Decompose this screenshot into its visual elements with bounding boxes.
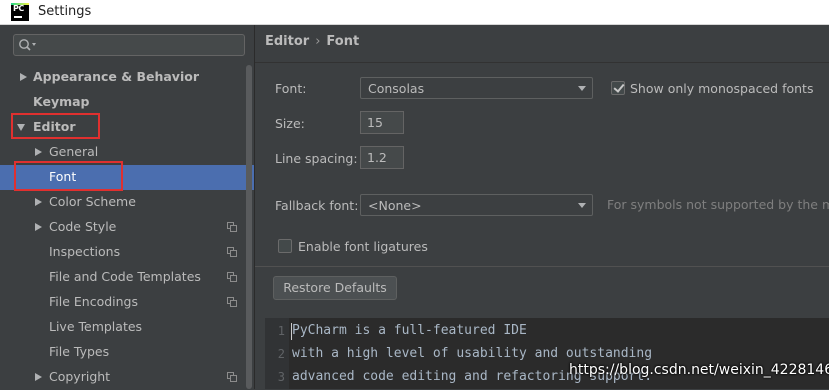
- search-input[interactable]: [42, 36, 242, 56]
- ligatures-label: Enable font ligatures: [298, 239, 428, 254]
- watermark: https://blog.csdn.net/weixin_42281465: [569, 362, 829, 378]
- show-monospaced-checkbox[interactable]: [611, 81, 625, 95]
- tree-item-label: Copyright: [49, 369, 111, 384]
- tree-item-label: Keymap: [33, 94, 90, 109]
- expand-arrow-icon[interactable]: [35, 148, 42, 156]
- search-icon: [19, 39, 36, 51]
- size-label: Size:: [275, 116, 305, 131]
- project-copy-icon: [227, 222, 237, 232]
- project-copy-icon: [227, 297, 237, 307]
- sidebar-scrollbar[interactable]: [246, 65, 252, 389]
- line-number: 3: [277, 370, 285, 384]
- tree-item-file-code-templates[interactable]: File and Code Templates: [0, 265, 244, 290]
- project-copy-icon: [227, 372, 237, 382]
- font-dropdown-value: Consolas: [368, 81, 425, 96]
- breadcrumb: Editor › Font: [265, 34, 359, 49]
- tree-item-copyright[interactable]: Copyright: [0, 365, 244, 390]
- tree-item-file-types[interactable]: File Types: [0, 340, 244, 365]
- fallback-font-dropdown[interactable]: <None>: [360, 194, 593, 216]
- tree-item-file-encodings[interactable]: File Encodings: [0, 290, 244, 315]
- size-value: 15: [367, 115, 383, 130]
- line-spacing-field[interactable]: 1.2: [360, 146, 404, 169]
- tree-item-inspections[interactable]: Inspections: [0, 240, 244, 265]
- expand-arrow-icon[interactable]: [35, 223, 42, 231]
- chevron-down-icon: [578, 86, 586, 91]
- tree-item-label: Font: [49, 169, 77, 184]
- line-number: 1: [277, 324, 285, 338]
- tree-item-appearance-behavior[interactable]: Appearance & Behavior: [0, 65, 244, 90]
- tree-item-live-templates[interactable]: Live Templates: [0, 315, 244, 340]
- show-monospaced-label: Show only monospaced fonts: [630, 81, 814, 96]
- checkmark-icon: [613, 81, 625, 93]
- size-field[interactable]: 15: [360, 111, 404, 134]
- chevron-down-icon: [578, 203, 586, 208]
- tree-item-label: Editor: [33, 119, 76, 134]
- fallback-font-hint: For symbols not supported by the m: [607, 197, 829, 212]
- tree-item-label: Code Style: [49, 219, 117, 234]
- app-logo-text: PC: [13, 4, 24, 13]
- tree-item-color-scheme[interactable]: Color Scheme: [0, 190, 244, 215]
- restore-defaults-button[interactable]: Restore Defaults: [273, 276, 397, 300]
- expand-arrow-icon[interactable]: [35, 373, 42, 381]
- expand-arrow-icon[interactable]: [20, 73, 27, 81]
- tree-item-label: File Types: [49, 344, 110, 359]
- preview-line: with a high level of usability and outst…: [292, 346, 653, 361]
- tree-item-label: Color Scheme: [49, 194, 136, 209]
- line-spacing-label: Line spacing:: [275, 151, 358, 166]
- fallback-font-label: Fallback font:: [275, 198, 359, 213]
- line-number-gutter: 1 2 3: [265, 318, 289, 389]
- breadcrumb-separator: ›: [315, 34, 321, 49]
- breadcrumb-current: Font: [326, 34, 360, 49]
- ligatures-checkbox[interactable]: [278, 239, 292, 253]
- search-box[interactable]: [13, 34, 245, 56]
- tree-item-label: Live Templates: [49, 319, 143, 334]
- tree-item-code-style[interactable]: Code Style: [0, 215, 244, 240]
- font-label: Font:: [275, 81, 307, 96]
- tree-item-label: Appearance & Behavior: [33, 69, 199, 84]
- font-preview-editor[interactable]: 1 2 3 PyCharm is a full-featured IDE wit…: [265, 318, 829, 389]
- tree-item-general[interactable]: General: [0, 140, 244, 165]
- tree-item-label: File Encodings: [49, 294, 139, 309]
- pycharm-logo-icon: PC: [11, 3, 29, 21]
- project-copy-icon: [227, 272, 237, 282]
- tree-item-label: General: [49, 144, 99, 159]
- title-bar: PC Settings: [0, 0, 829, 25]
- font-dropdown[interactable]: Consolas: [360, 77, 593, 99]
- settings-sidebar: Appearance & Behavior Keymap Editor Gene…: [0, 25, 255, 389]
- font-settings-panel: Editor › Font Font: Consolas Show only mon…: [255, 25, 829, 389]
- collapse-arrow-icon[interactable]: [17, 124, 25, 131]
- window-title: Settings: [38, 4, 92, 19]
- tree-item-label: File and Code Templates: [49, 269, 201, 284]
- expand-arrow-icon[interactable]: [35, 198, 42, 206]
- header-divider: [255, 62, 829, 63]
- breadcrumb-parent: Editor: [265, 34, 310, 49]
- project-copy-icon: [227, 247, 237, 257]
- tree-item-editor[interactable]: Editor: [0, 115, 244, 140]
- line-spacing-value: 1.2: [367, 150, 387, 165]
- tree-item-label: Inspections: [49, 244, 121, 259]
- tree-item-keymap[interactable]: Keymap: [0, 90, 244, 115]
- section-divider: [255, 266, 829, 267]
- tree-item-font[interactable]: Font: [0, 165, 254, 190]
- preview-line: PyCharm is a full-featured IDE: [292, 323, 527, 338]
- fallback-font-value: <None>: [368, 198, 422, 213]
- line-number: 2: [277, 347, 285, 361]
